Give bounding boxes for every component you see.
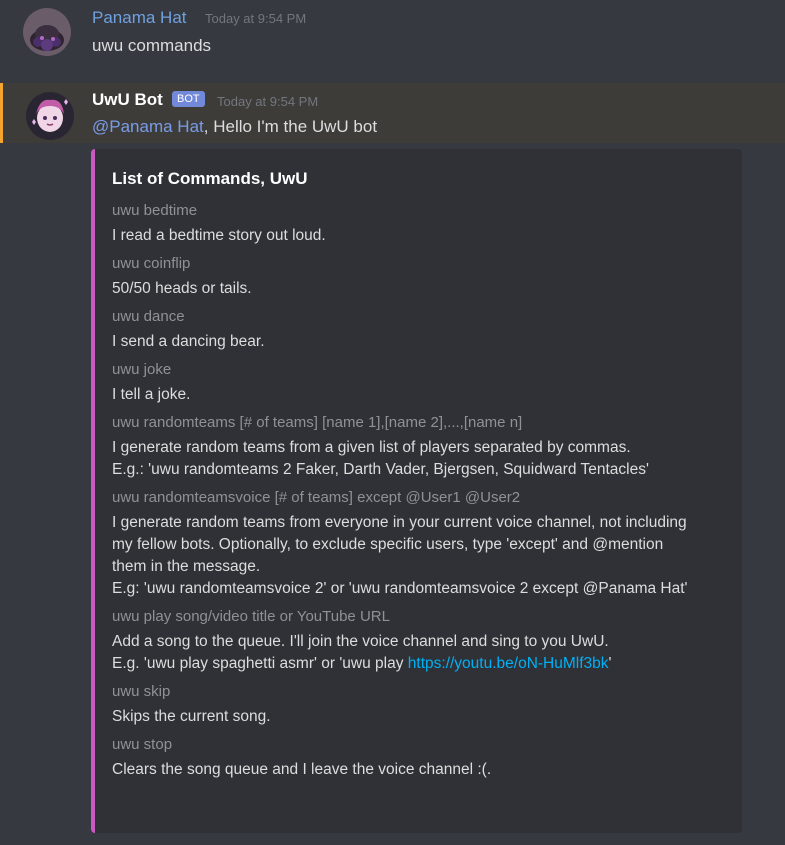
youtube-link[interactable]: https://youtu.be/oN-HuMlf3bk [408, 655, 609, 672]
command-description: I send a dancing bear. [112, 331, 726, 353]
command-description: Skips the current song. [112, 706, 726, 728]
username[interactable]: Panama Hat [92, 8, 187, 28]
command-name: uwu randomteamsvoice [# of teams] except… [112, 489, 521, 506]
description-line: Add a song to the queue. I'll join the v… [112, 633, 609, 650]
embed-field: uwu skip Skips the current song. [112, 682, 726, 728]
message-text: @Panama Hat, Hello I'm the UwU bot [92, 117, 377, 137]
description-line: I generate random teams from everyone in… [112, 514, 687, 531]
command-list-embed: List of Commands, UwU uwu bedtime I read … [91, 149, 742, 833]
description-line: E.g: 'uwu randomteamsvoice 2' or 'uwu ra… [112, 580, 688, 597]
timestamp: Today at 9:54 PM [217, 94, 319, 109]
command-description: Clears the song queue and I leave the vo… [112, 759, 726, 781]
timestamp: Today at 9:54 PM [205, 11, 307, 26]
username[interactable]: UwU Bot [92, 90, 163, 110]
embed-title: List of Commands, UwU [112, 169, 308, 188]
bot-badge: BOT [172, 91, 205, 107]
command-name: uwu skip [112, 683, 171, 700]
command-name: uwu bedtime [112, 202, 198, 219]
command-name: uwu play song/video title or YouTube URL [112, 608, 390, 625]
description-line: them in the message. [112, 558, 261, 575]
command-name: uwu joke [112, 361, 172, 378]
description-line: Clears the song queue and I leave the vo… [112, 761, 492, 778]
embed-field: uwu randomteams [# of teams] [name 1],[n… [112, 413, 726, 481]
command-description: I generate random teams from a given lis… [112, 437, 726, 481]
description-text: ' [608, 655, 612, 672]
embed-field: uwu bedtime I read a bedtime story out lo… [112, 201, 726, 247]
embed-field: uwu coinflip 50/50 heads or tails. [112, 254, 726, 300]
message-text-rest: , Hello I'm the UwU bot [203, 117, 378, 136]
command-description: I read a bedtime story out loud. [112, 225, 726, 247]
description-line: I read a bedtime story out loud. [112, 227, 326, 244]
embed-field: uwu stop Clears the song queue and I leav… [112, 735, 726, 781]
embed-fields: uwu bedtime I read a bedtime story out lo… [112, 201, 726, 781]
avatar-image-icon [26, 92, 74, 140]
embed-field: uwu play song/video title or YouTube URL… [112, 607, 726, 675]
mention-highlight-bar [0, 83, 3, 143]
command-name: uwu stop [112, 736, 173, 753]
embed-field: uwu randomteamsvoice [# of teams] except… [112, 488, 726, 600]
description-line: E.g. 'uwu play spaghetti asmr' or 'uwu p… [112, 653, 726, 675]
bot-avatar[interactable] [26, 92, 74, 140]
embed-field: uwu joke I tell a joke. [112, 360, 726, 406]
description-line: I send a dancing bear. [112, 333, 265, 350]
message-text: uwu commands [92, 36, 212, 55]
command-name: uwu dance [112, 308, 185, 325]
message-uwu-bot: UwU Bot BOT Today at 9:54 PM @Panama Hat… [0, 83, 785, 845]
description-line: my fellow bots. Optionally, to exclude s… [112, 536, 664, 553]
command-name: uwu coinflip [112, 255, 191, 272]
description-line: I generate random teams from a given lis… [112, 439, 631, 456]
avatar-image-icon [23, 8, 71, 56]
command-description: 50/50 heads or tails. [112, 278, 726, 300]
command-name: uwu randomteams [# of teams] [name 1],[n… [112, 414, 523, 431]
description-line: Skips the current song. [112, 708, 271, 725]
description-line: 50/50 heads or tails. [112, 280, 252, 297]
description-line: I tell a joke. [112, 386, 191, 403]
command-description: I generate random teams from everyone in… [112, 512, 726, 600]
description-text: E.g. 'uwu play spaghetti asmr' or 'uwu p… [112, 655, 408, 672]
user-mention[interactable]: @Panama Hat [92, 117, 204, 136]
command-description: Add a song to the queue. I'll join the v… [112, 631, 726, 675]
message-panama-hat: Panama Hat Today at 9:54 PM uwu commands [0, 0, 785, 75]
command-description: I tell a joke. [112, 384, 726, 406]
description-line: E.g.: 'uwu randomteams 2 Faker, Darth Va… [112, 461, 649, 478]
embed-field: uwu dance I send a dancing bear. [112, 307, 726, 353]
user-avatar[interactable] [23, 8, 71, 56]
